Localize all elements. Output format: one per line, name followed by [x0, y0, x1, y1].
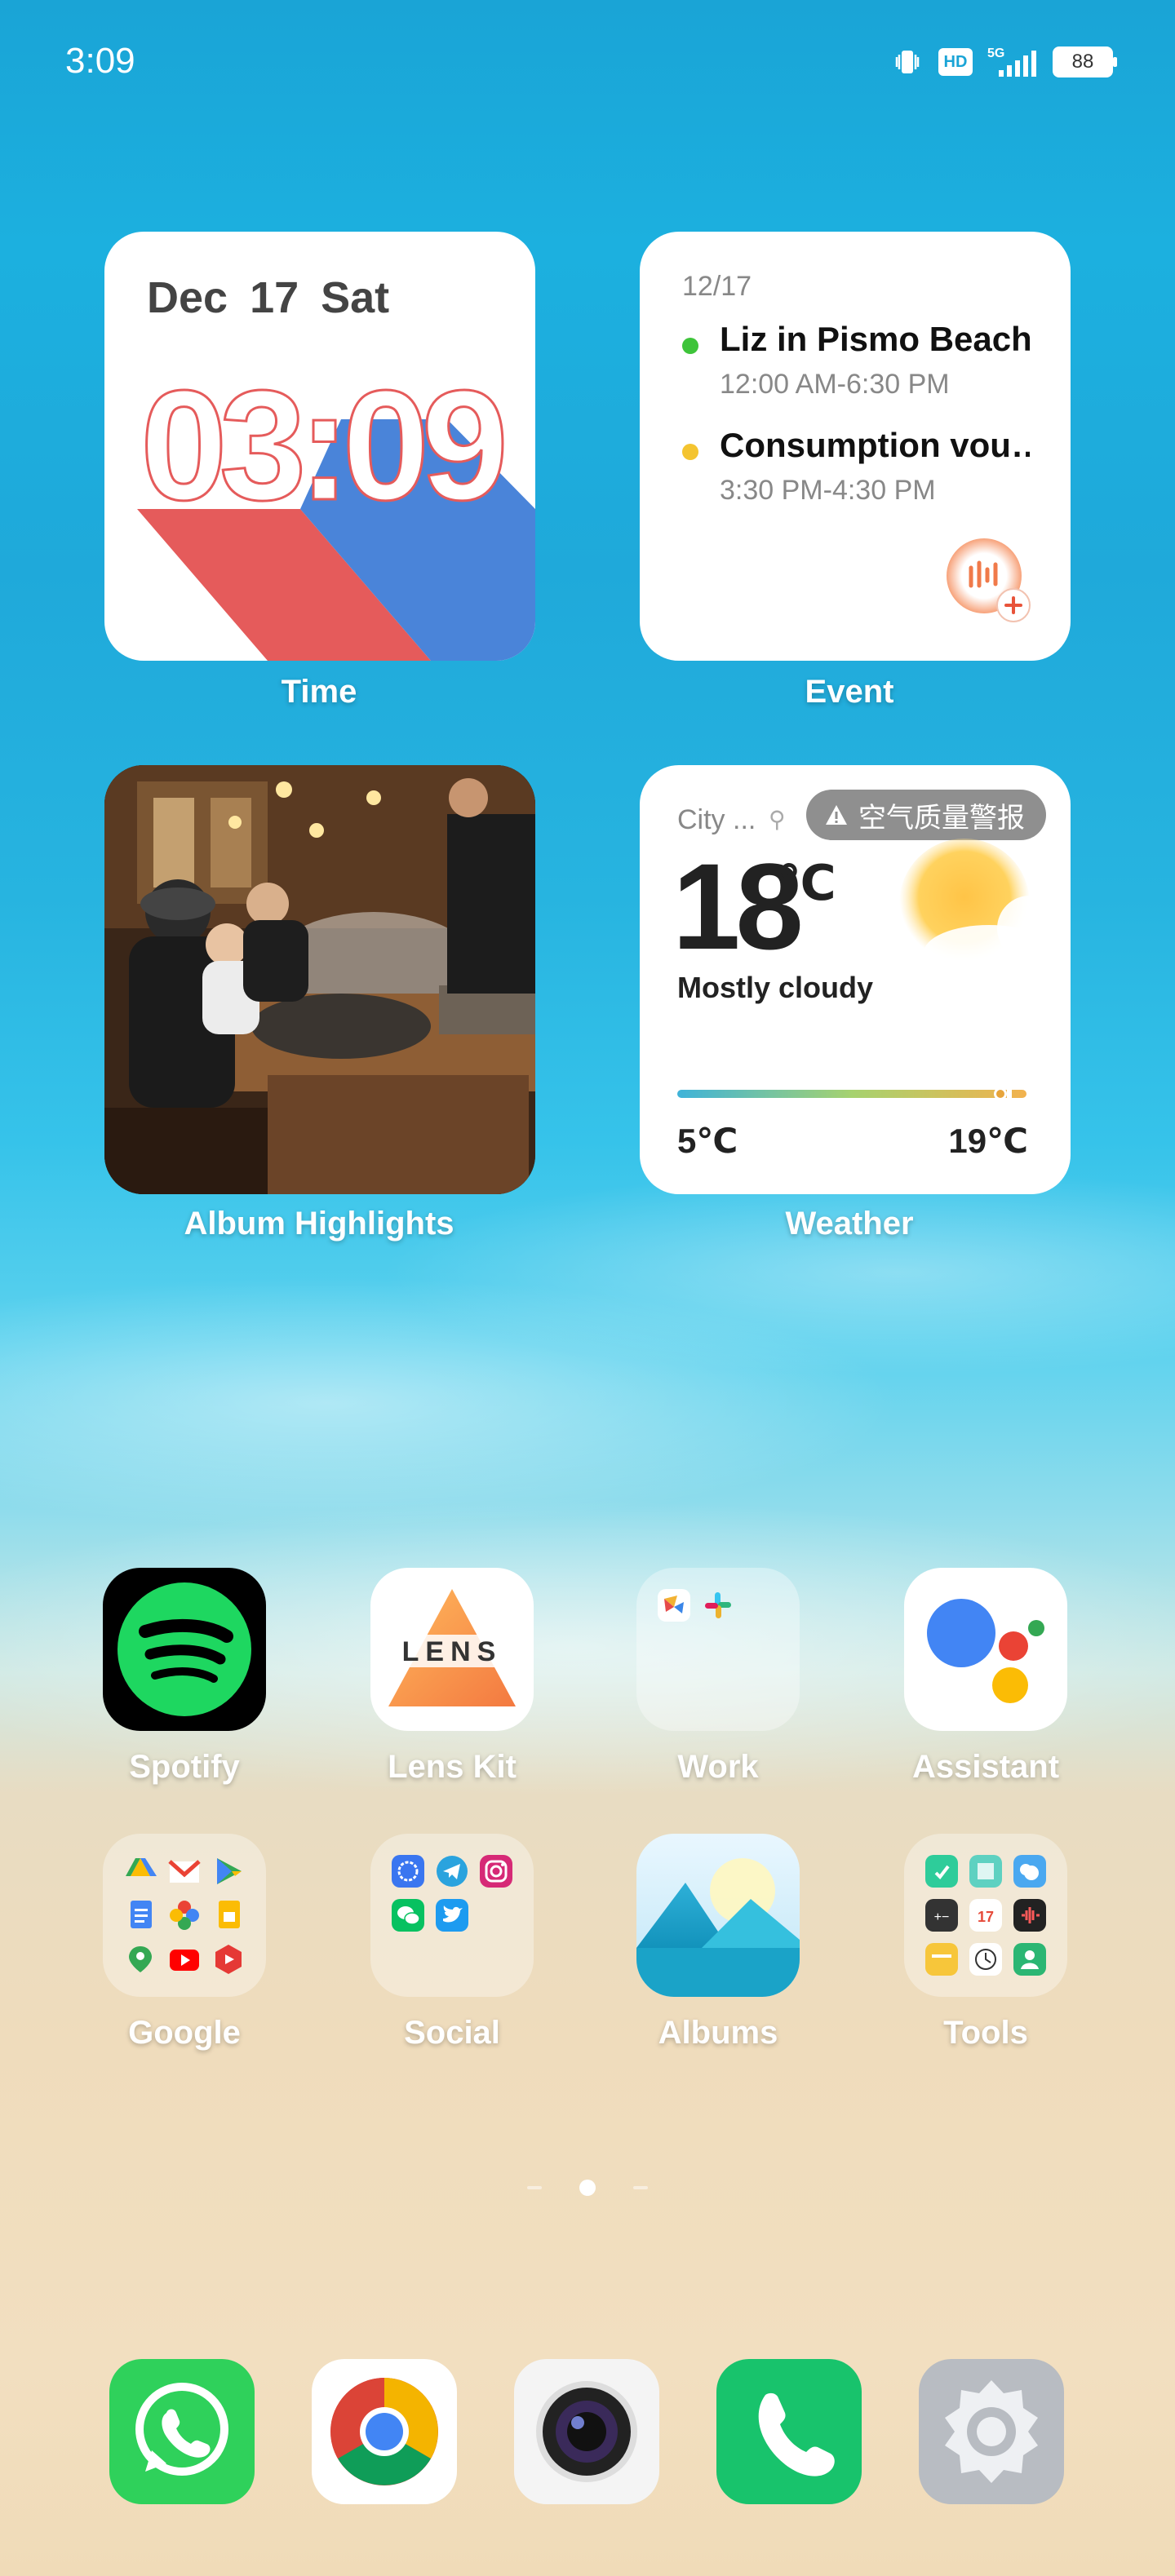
- app-label: Assistant: [911, 1749, 1060, 1785]
- weather-condition: Mostly cloudy: [677, 971, 874, 1004]
- status-bar: 3:09 HD 5G 88: [0, 0, 1175, 122]
- low-temperature: 5℃: [677, 1122, 738, 1160]
- air-quality-alert-text: 空气质量警报: [858, 802, 1025, 834]
- signal-icon: 5G: [987, 46, 1038, 78]
- weather-city: City ...: [677, 804, 756, 835]
- partly-cloudy-icon: [899, 839, 1046, 980]
- weather-widget-label: Weather: [785, 1206, 914, 1242]
- svg-text:LENS: LENS: [402, 1636, 503, 1667]
- calendar-day: 17: [978, 1909, 994, 1925]
- widget-date: Dec 17 Sat: [147, 273, 390, 322]
- social-folder-icon: [370, 1834, 534, 1997]
- event-title: Liz in Pismo Beach: [720, 320, 1030, 358]
- dock-chrome[interactable]: [312, 2359, 457, 2504]
- wechat-icon: [392, 1899, 424, 1932]
- app-label: Lens Kit: [388, 1749, 517, 1785]
- google-folder-icon: [103, 1834, 266, 1997]
- status-time: 3:09: [65, 41, 135, 81]
- event-widget[interactable]: 12/17 Liz in Pismo Beach 12:00 AM-6:30 P…: [640, 232, 1071, 661]
- dock-camera[interactable]: [514, 2359, 659, 2504]
- event-time: 12:00 AM-6:30 PM: [720, 369, 950, 400]
- app-label: Social: [404, 2015, 500, 2051]
- event-widget-label: Event: [805, 674, 894, 710]
- time-widget-label: Time: [281, 674, 357, 710]
- album-widget-label: Album Highlights: [184, 1206, 454, 1242]
- app-label: Albums: [658, 2015, 778, 2051]
- albums-icon: [636, 1834, 800, 1997]
- svg-text:5G: 5G: [987, 46, 1004, 60]
- tools-folder-icon: +− 17: [904, 1834, 1067, 1997]
- vibrate-icon: [891, 46, 924, 78]
- signal-app-icon: [392, 1855, 424, 1888]
- slack-icon: [702, 1589, 734, 1622]
- high-temperature: 19℃: [948, 1122, 1028, 1160]
- whatsapp-icon: [135, 2383, 228, 2476]
- settings-icon: [945, 2380, 1038, 2483]
- event-title: Consumption vou…: [720, 426, 1030, 464]
- location-pin-icon: ⚲: [769, 807, 786, 832]
- twitter-icon: [436, 1899, 468, 1932]
- event-time: 3:30 PM-4:30 PM: [720, 475, 936, 506]
- air-quality-alert-badge[interactable]: 空气质量警报: [806, 790, 1046, 840]
- temperature-unit: ℃: [777, 856, 836, 910]
- clock-digits: 03:09: [140, 357, 503, 533]
- telegram-icon: [437, 1856, 468, 1887]
- page-indicator[interactable]: [0, 2180, 1175, 2196]
- time-widget[interactable]: 03:09 Dec 17 Sat: [104, 232, 535, 661]
- album-photo: [104, 765, 535, 1194]
- lens-kit-icon: LENS: [370, 1568, 534, 1731]
- phone-icon: [758, 2392, 835, 2476]
- event-dot: [682, 444, 698, 460]
- warning-icon: [826, 805, 847, 825]
- dock-whatsapp[interactable]: [109, 2359, 255, 2504]
- app-label: Tools: [943, 2015, 1028, 2051]
- page-dot[interactable]: [527, 2186, 542, 2189]
- event-dot: [682, 338, 698, 354]
- current-temp-marker: [994, 1087, 1007, 1100]
- spotify-icon: [103, 1568, 266, 1731]
- instagram-icon: [480, 1855, 512, 1888]
- app-label: Spotify: [129, 1749, 240, 1785]
- chrome-icon: [330, 2378, 438, 2485]
- svg-text:+−: +−: [934, 1910, 950, 1924]
- work-folder-icon: [636, 1568, 800, 1731]
- page-dot-active[interactable]: [579, 2180, 596, 2196]
- camera-icon: [536, 2381, 637, 2482]
- hd-voice-icon: HD: [938, 48, 973, 76]
- battery-indicator: 88: [1053, 46, 1117, 77]
- album-highlights-widget[interactable]: [104, 765, 535, 1194]
- app-label: Google: [128, 2015, 241, 2051]
- app-label: Work: [677, 1749, 759, 1785]
- dock-phone[interactable]: [716, 2359, 862, 2504]
- status-icons: HD 5G 88: [891, 46, 1117, 78]
- voice-add-event-icon[interactable]: [942, 533, 1033, 625]
- dock-settings[interactable]: [919, 2359, 1064, 2504]
- page-dot[interactable]: [633, 2186, 648, 2189]
- temperature-range-bar: [677, 1087, 1026, 1100]
- work-app-icon: [658, 1589, 690, 1622]
- weather-widget[interactable]: City ... ⚲ 空气质量警报 18 ℃ Mostly cloudy 5℃ …: [640, 765, 1071, 1194]
- google-assistant-icon: [904, 1568, 1067, 1731]
- event-date: 12/17: [682, 271, 752, 302]
